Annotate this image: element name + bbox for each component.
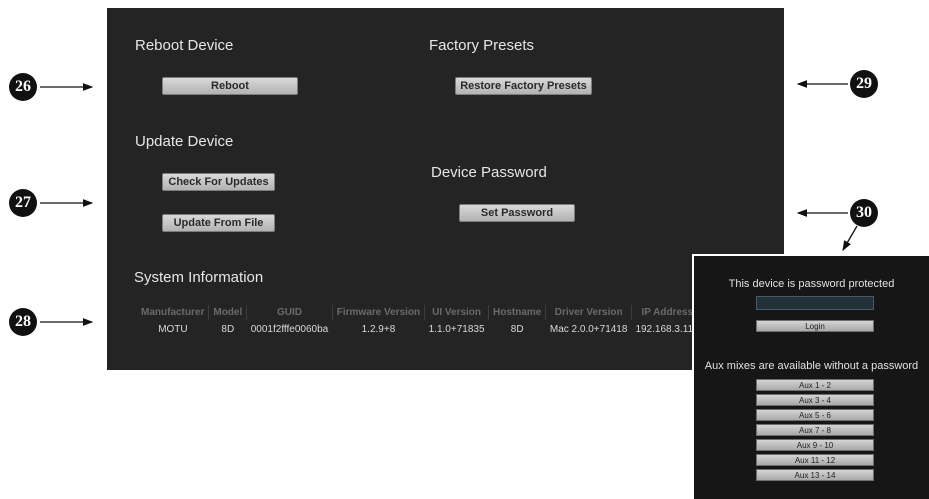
column-header-guid: GUID bbox=[246, 305, 333, 320]
guid-value: 0001f2fffe0060ba bbox=[250, 324, 329, 335]
callout-badge-29: 29 bbox=[850, 70, 878, 98]
device-password-title: Device Password bbox=[431, 164, 547, 181]
aux-1-2-button[interactable]: Aux 1 - 2 bbox=[756, 379, 874, 391]
column-header-ip-address: IP Address bbox=[641, 307, 694, 318]
column-header-driver-version: Driver Version bbox=[545, 305, 632, 320]
callout-badge-28: 28 bbox=[9, 308, 37, 336]
system-information-title: System Information bbox=[134, 269, 264, 286]
callout-badge-26: 26 bbox=[9, 73, 37, 101]
aux-5-6-button[interactable]: Aux 5 - 6 bbox=[756, 409, 874, 421]
column-header-manufacturer: Manufacturer bbox=[137, 305, 210, 320]
column-header-hostname: Hostname bbox=[488, 305, 547, 320]
reboot-device-title: Reboot Device bbox=[135, 37, 234, 54]
device-settings-panel: Reboot Device Reboot Factory Presets Res… bbox=[107, 8, 784, 370]
driver-version-value: Mac 2.0.0+71418 bbox=[549, 324, 628, 335]
aux-11-12-button[interactable]: Aux 11 - 12 bbox=[756, 454, 874, 466]
aux-7-8-button[interactable]: Aux 7 - 8 bbox=[756, 424, 874, 436]
table-row: MOTU 8D 0001f2fffe0060ba 1.2.9+8 1.1.0+7… bbox=[137, 320, 703, 339]
reboot-button[interactable]: Reboot bbox=[162, 77, 298, 95]
aux-9-10-button[interactable]: Aux 9 - 10 bbox=[756, 439, 874, 451]
callout-badge-30: 30 bbox=[850, 199, 878, 227]
password-protected-popup: This device is password protected Login … bbox=[694, 256, 929, 499]
update-device-title: Update Device bbox=[135, 133, 234, 150]
system-information-table: Manufacturer Model GUID Firmware Version… bbox=[137, 305, 703, 339]
ui-version-value: 1.1.0+71835 bbox=[428, 324, 485, 335]
hostname-value: 8D bbox=[510, 324, 524, 335]
aux-mixes-message: Aux mixes are available without a passwo… bbox=[704, 360, 919, 372]
check-for-updates-button[interactable]: Check For Updates bbox=[162, 173, 275, 191]
table-header-row: Manufacturer Model GUID Firmware Version… bbox=[137, 305, 703, 320]
update-from-file-button[interactable]: Update From File bbox=[162, 214, 275, 232]
column-header-firmware-version: Firmware Version bbox=[332, 305, 426, 320]
ip-address-value: 192.168.3.114 bbox=[635, 324, 699, 335]
set-password-button[interactable]: Set Password bbox=[459, 204, 575, 222]
manufacturer-value: MOTU bbox=[158, 324, 188, 335]
callout-badge-27: 27 bbox=[9, 189, 37, 217]
password-protected-message: This device is password protected bbox=[728, 278, 895, 290]
password-input[interactable] bbox=[756, 296, 874, 310]
column-header-model: Model bbox=[208, 305, 248, 320]
login-button[interactable]: Login bbox=[756, 320, 874, 332]
restore-factory-presets-button[interactable]: Restore Factory Presets bbox=[455, 77, 592, 95]
column-header-ui-version: UI Version bbox=[424, 305, 490, 320]
arrow-30b bbox=[842, 225, 858, 252]
factory-presets-title: Factory Presets bbox=[429, 37, 535, 54]
aux-13-14-button[interactable]: Aux 13 - 14 bbox=[756, 469, 874, 481]
firmware-version-value: 1.2.9+8 bbox=[361, 324, 396, 335]
model-value: 8D bbox=[221, 324, 235, 335]
aux-3-4-button[interactable]: Aux 3 - 4 bbox=[756, 394, 874, 406]
